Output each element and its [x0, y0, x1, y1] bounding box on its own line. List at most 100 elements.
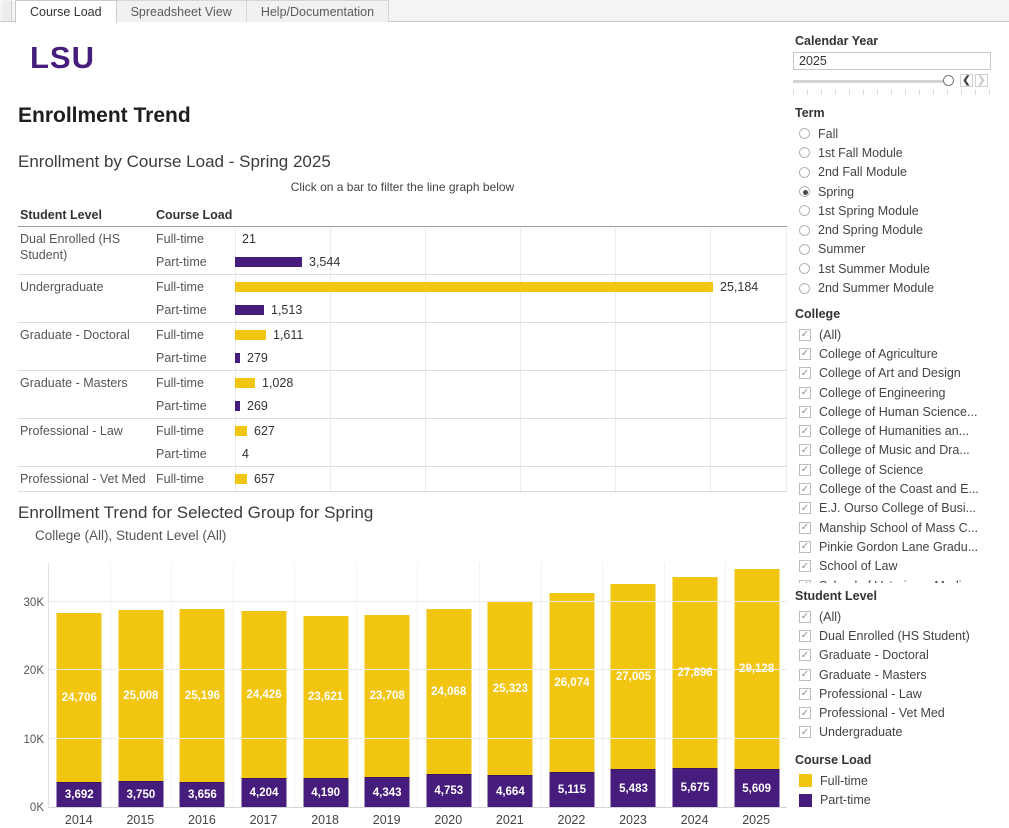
checkbox-checked-icon[interactable]: [799, 611, 811, 623]
radio-icon[interactable]: [799, 147, 810, 158]
radio-icon[interactable]: [799, 167, 810, 178]
checkbox-checked-icon[interactable]: [799, 726, 811, 738]
slider-track[interactable]: [793, 80, 945, 83]
checkbox-checked-icon[interactable]: [799, 688, 811, 700]
stacked-bar-2021[interactable]: 25,3234,664: [488, 602, 533, 807]
full-time-segment[interactable]: 27,896: [673, 577, 718, 768]
student-level-option-graduate-doctoral[interactable]: Graduate - Doctoral: [795, 646, 1007, 665]
part-time-segment[interactable]: 4,343: [365, 777, 410, 807]
full-time-segment[interactable]: 24,426: [242, 611, 287, 778]
stacked-bar-2017[interactable]: 24,4264,204: [242, 611, 287, 807]
student-level-option-professional-vet-med[interactable]: Professional - Vet Med: [795, 703, 1007, 722]
checkbox-checked-icon[interactable]: [799, 348, 811, 360]
checkbox-checked-icon[interactable]: [799, 541, 811, 553]
tab-spreadsheet-view[interactable]: Spreadsheet View: [117, 0, 247, 22]
full-time-segment[interactable]: 25,008: [118, 610, 163, 781]
stacked-bar-2020[interactable]: 24,0684,753: [426, 609, 471, 807]
full-time-segment[interactable]: 25,323: [488, 602, 533, 775]
calendar-year-input[interactable]: [793, 52, 991, 70]
college-option-college-of-the-coast-and-e[interactable]: College of the Coast and E...: [795, 479, 1007, 498]
student-level-option-all[interactable]: (All): [795, 607, 1007, 626]
tab-course-load[interactable]: Course Load: [15, 0, 117, 23]
enrollment-bar-undergraduate-full-time[interactable]: [235, 282, 713, 292]
term-option-2nd-fall-module[interactable]: 2nd Fall Module: [795, 163, 1007, 182]
student-level-option-graduate-masters[interactable]: Graduate - Masters: [795, 665, 1007, 684]
checkbox-checked-icon[interactable]: [799, 560, 811, 572]
college-option-manship-school-of-mass-c[interactable]: Manship School of Mass C...: [795, 518, 1007, 537]
term-option-fall[interactable]: Fall: [795, 124, 1007, 143]
college-option-e-j-ourso-college-of-busi[interactable]: E.J. Ourso College of Busi...: [795, 499, 1007, 518]
term-option-summer[interactable]: Summer: [795, 240, 1007, 259]
radio-icon[interactable]: [799, 205, 810, 216]
term-option-2nd-summer-module[interactable]: 2nd Summer Module: [795, 278, 1007, 297]
part-time-segment[interactable]: 4,204: [242, 778, 287, 807]
full-time-segment[interactable]: 23,708: [365, 615, 410, 777]
radio-icon[interactable]: [799, 263, 810, 274]
term-option-spring[interactable]: Spring: [795, 182, 1007, 201]
checkbox-checked-icon[interactable]: [799, 669, 811, 681]
stacked-bar-2022[interactable]: 26,0745,115: [549, 593, 594, 807]
checkbox-checked-icon[interactable]: [799, 630, 811, 642]
college-option-college-of-science[interactable]: College of Science: [795, 460, 1007, 479]
part-time-segment[interactable]: 3,656: [180, 782, 225, 807]
enrollment-bar-graduate-masters-full-time[interactable]: [235, 378, 255, 388]
term-option-1st-summer-module[interactable]: 1st Summer Module: [795, 259, 1007, 278]
stacked-bar-2016[interactable]: 25,1963,656: [180, 609, 225, 807]
enrollment-bar-graduate-doctoral-full-time[interactable]: [235, 330, 266, 340]
full-time-segment[interactable]: 26,074: [549, 593, 594, 772]
college-option-school-of-veterinary-medi[interactable]: School of Veterinary Medi...: [795, 576, 1007, 583]
enrollment-bar-professional-law-full-time[interactable]: [235, 426, 247, 436]
stacked-bar-2025[interactable]: 29,1285,609: [734, 569, 779, 807]
enrollment-bar-undergraduate-part-time[interactable]: [235, 305, 264, 315]
student-level-option-undergraduate[interactable]: Undergraduate: [795, 723, 1007, 742]
part-time-segment[interactable]: 5,675: [673, 768, 718, 807]
full-time-segment[interactable]: 24,706: [57, 613, 102, 782]
full-time-segment[interactable]: 25,196: [180, 609, 225, 782]
part-time-segment[interactable]: 4,190: [303, 778, 348, 807]
checkbox-checked-icon[interactable]: [799, 483, 811, 495]
term-option-1st-spring-module[interactable]: 1st Spring Module: [795, 201, 1007, 220]
full-time-segment[interactable]: 27,005: [611, 584, 656, 769]
student-level-option-professional-law[interactable]: Professional - Law: [795, 684, 1007, 703]
checkbox-checked-icon[interactable]: [799, 464, 811, 476]
enrollment-bar-graduate-masters-part-time[interactable]: [235, 401, 240, 411]
part-time-segment[interactable]: 5,609: [734, 769, 779, 807]
college-option-pinkie-gordon-lane-gradu[interactable]: Pinkie Gordon Lane Gradu...: [795, 537, 1007, 556]
checkbox-checked-icon[interactable]: [799, 387, 811, 399]
college-option-college-of-engineering[interactable]: College of Engineering: [795, 383, 1007, 402]
college-option-college-of-music-and-dra[interactable]: College of Music and Dra...: [795, 441, 1007, 460]
checkbox-checked-icon[interactable]: [799, 406, 811, 418]
radio-icon[interactable]: [799, 128, 810, 139]
checkbox-checked-icon[interactable]: [799, 444, 811, 456]
radio-icon[interactable]: [799, 225, 810, 236]
enrollment-bar-professional-vet-med-full-time[interactable]: [235, 474, 247, 484]
legend-item-part-time[interactable]: Part-time: [795, 791, 1007, 811]
tab-strip-handle[interactable]: [3, 1, 12, 21]
term-option-2nd-spring-module[interactable]: 2nd Spring Module: [795, 220, 1007, 239]
checkbox-checked-icon[interactable]: [799, 707, 811, 719]
part-time-segment[interactable]: 5,483: [611, 769, 656, 807]
slider-next-button[interactable]: ❯: [975, 74, 988, 87]
enrollment-bar-dual-enrolled-hs-student-part-time[interactable]: [235, 257, 302, 267]
college-option-college-of-human-science[interactable]: College of Human Science...: [795, 402, 1007, 421]
college-option-school-of-law[interactable]: School of Law: [795, 557, 1007, 576]
full-time-segment[interactable]: 23,621: [303, 616, 348, 778]
checkbox-checked-icon[interactable]: [799, 425, 811, 437]
stacked-bar-2019[interactable]: 23,7084,343: [365, 615, 410, 807]
checkbox-checked-icon[interactable]: [799, 329, 811, 341]
stacked-bar-2015[interactable]: 25,0083,750: [118, 610, 163, 807]
stacked-bar-2023[interactable]: 27,0055,483: [611, 584, 656, 807]
part-time-segment[interactable]: 3,692: [57, 782, 102, 807]
radio-selected-icon[interactable]: [799, 186, 810, 197]
radio-icon[interactable]: [799, 283, 810, 294]
part-time-segment[interactable]: 3,750: [118, 781, 163, 807]
part-time-segment[interactable]: 4,664: [488, 775, 533, 807]
checkbox-checked-icon[interactable]: [799, 649, 811, 661]
slider-prev-button[interactable]: ❮: [960, 74, 973, 87]
checkbox-checked-icon[interactable]: [799, 522, 811, 534]
stacked-bar-2014[interactable]: 24,7063,692: [57, 613, 102, 807]
radio-icon[interactable]: [799, 244, 810, 255]
stacked-bar-2018[interactable]: 23,6214,190: [303, 616, 348, 807]
college-option-college-of-art-and-design[interactable]: College of Art and Design: [795, 364, 1007, 383]
checkbox-checked-icon[interactable]: [799, 502, 811, 514]
